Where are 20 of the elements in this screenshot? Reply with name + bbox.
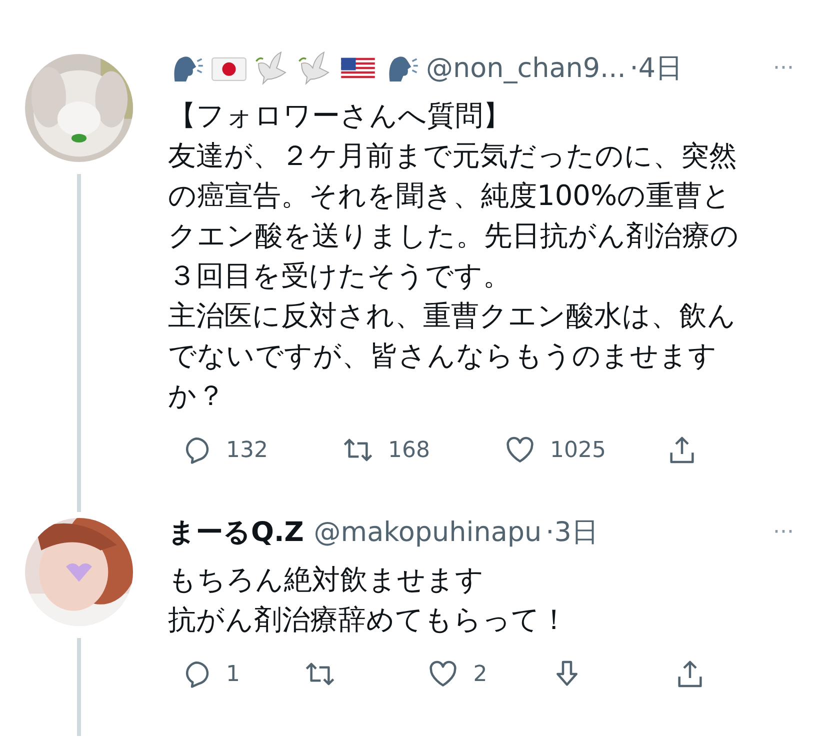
tweet-text: か？: [168, 378, 225, 414]
timestamp: ·4日: [630, 52, 683, 86]
timestamp: ·3日: [546, 516, 598, 550]
display-name: まーるQ.Z: [168, 516, 304, 550]
tweet-text: もちろん絶対飲ませます: [168, 562, 484, 598]
like-button[interactable]: 1025: [504, 434, 666, 466]
user-handle: @non_chan9...: [426, 52, 626, 84]
reply-button[interactable]: 1: [180, 658, 304, 690]
tweet-text: でないですが、皆さんならもうのませます: [168, 338, 717, 374]
tweet-text: の癌宣告。それを聞き、純度100%の重曹と: [168, 178, 732, 214]
retweet-button[interactable]: 168: [342, 434, 504, 466]
tweet-text: 友達が、２ケ月前まで元気だったのに、突然: [168, 138, 737, 174]
tweet-text: 抗がん剤治療辞めてもらって！: [168, 602, 568, 638]
user-handle: @makopuhinapu: [314, 516, 542, 548]
like-button[interactable]: 2: [427, 658, 551, 690]
tweet-text: クエン酸を送りました。先日抗がん剤治療の: [168, 218, 739, 254]
tweet-text: ３回目を受けたそうです。: [168, 258, 511, 294]
reply-button[interactable]: 132: [180, 434, 342, 466]
tweet-text: 【フォロワーさんへ質問】: [168, 98, 511, 134]
tweet-text: 主治医に反対され、重曹クエン酸水は、飲ん: [168, 298, 736, 334]
